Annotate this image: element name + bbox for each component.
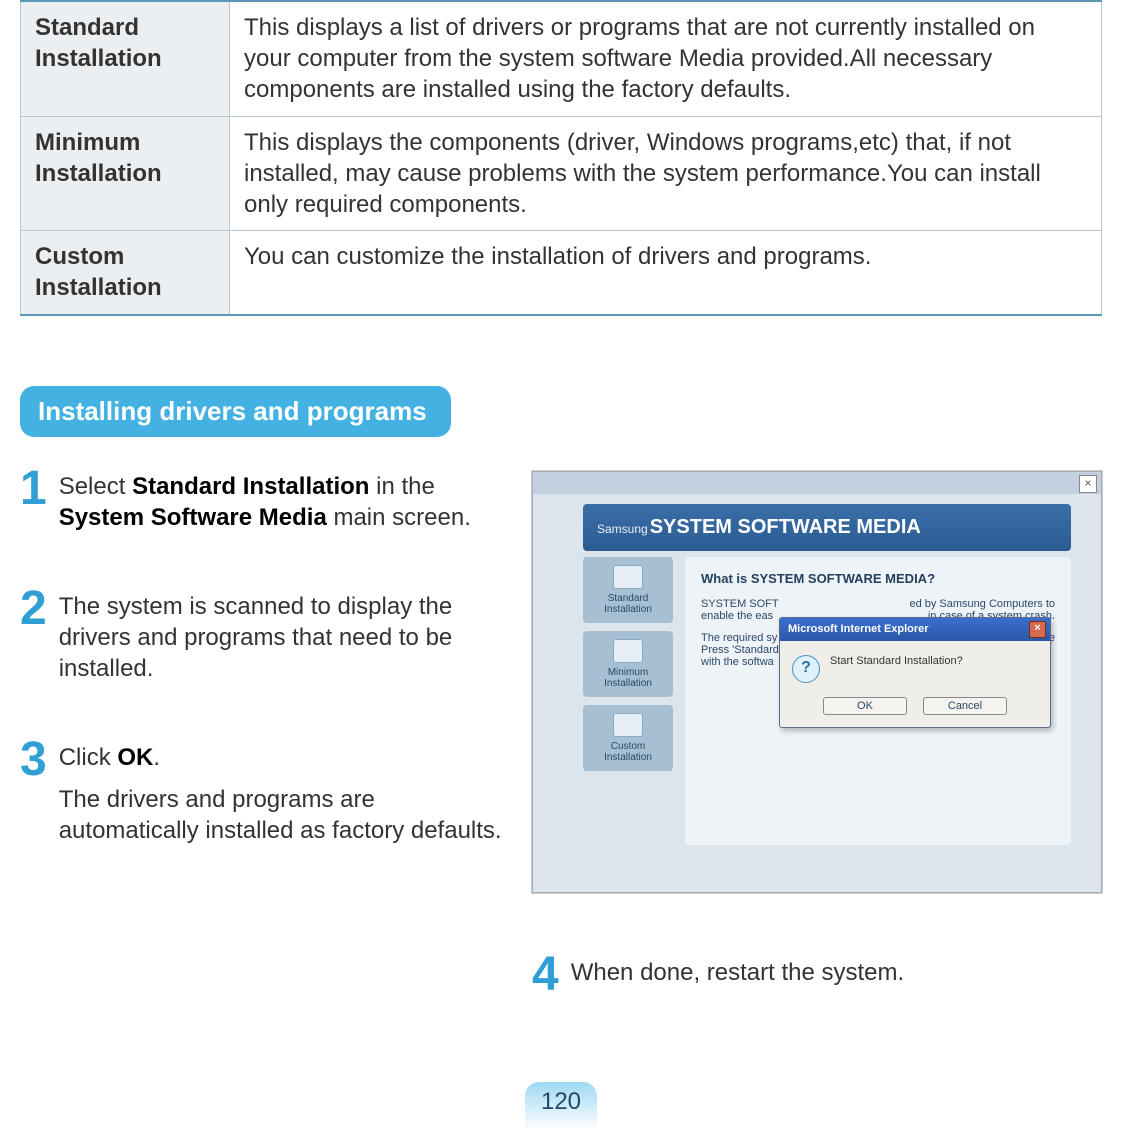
content-panel: What is SYSTEM SOFTWARE MEDIA? SYSTEM SO… [685, 557, 1071, 845]
sidebar-item-label: Standard Installation [604, 593, 652, 615]
text: . [153, 744, 160, 771]
text: in the [369, 473, 434, 500]
text: main screen. [327, 504, 471, 531]
bold-text: OK [117, 744, 153, 771]
close-icon[interactable]: × [1029, 621, 1046, 638]
dialog-message: Start Standard Installation? [830, 655, 963, 667]
cancel-button[interactable]: Cancel [923, 697, 1007, 715]
step-number: 2 [20, 587, 47, 685]
page-number: 120 [525, 1082, 597, 1130]
dialog-title: Microsoft Internet Explorer [788, 623, 929, 635]
table-row: Standard Installation This displays a li… [21, 1, 1102, 116]
text: ed by Samsung Computers to [909, 598, 1055, 610]
row-label: Custom Installation [21, 231, 230, 315]
row-label: Standard Installation [21, 1, 230, 116]
step-4: 4 When done, restart the system. [532, 953, 1102, 996]
step-3: 3 Click OK. The drivers and programs are… [20, 738, 502, 846]
step-2: 2 The system is scanned to display the d… [20, 587, 502, 685]
sidebar-item-standard[interactable]: Standard Installation [583, 557, 673, 623]
brand-text: Samsung [597, 522, 648, 536]
ok-button[interactable]: OK [823, 697, 907, 715]
question-icon: ? [792, 655, 820, 683]
sidebar-item-custom[interactable]: Custom Installation [583, 705, 673, 771]
list-icon [613, 565, 643, 589]
text: enable the eas [701, 610, 773, 622]
text: SYSTEM SOFT [701, 598, 779, 610]
window-titlebar: × [533, 472, 1101, 494]
text: The drivers and programs are automatical… [59, 786, 502, 844]
step-number: 1 [20, 467, 47, 533]
step-number: 4 [532, 953, 559, 996]
list-icon [613, 713, 643, 737]
bold-text: Standard Installation [132, 473, 369, 500]
app-banner: SamsungSYSTEM SOFTWARE MEDIA [583, 504, 1071, 551]
step-1: 1 Select Standard Installation in the Sy… [20, 467, 502, 533]
list-icon [613, 639, 643, 663]
row-label: Minimum Installation [21, 116, 230, 231]
app-title: SYSTEM SOFTWARE MEDIA [650, 516, 921, 538]
sidebar-item-label: Custom Installation [604, 741, 652, 763]
step-text: Click OK. The drivers and programs are a… [59, 738, 502, 846]
sidebar-item-minimum[interactable]: Minimum Installation [583, 631, 673, 697]
installation-types-table: Standard Installation This displays a li… [20, 0, 1102, 316]
step-number: 3 [20, 738, 47, 846]
step-text: When done, restart the system. [571, 953, 904, 996]
table-row: Minimum Installation This displays the c… [21, 116, 1102, 231]
step-text: Select Standard Installation in the Syst… [59, 467, 502, 533]
text: Click [59, 744, 118, 771]
embedded-screenshot: × SamsungSYSTEM SOFTWARE MEDIA Standard … [532, 471, 1102, 893]
table-row: Custom Installation You can customize th… [21, 231, 1102, 315]
close-icon[interactable]: × [1079, 475, 1097, 493]
confirm-dialog: Microsoft Internet Explorer × ? Start St… [779, 617, 1051, 728]
sidebar: Standard Installation Minimum Installati… [583, 557, 673, 845]
content-heading: What is SYSTEM SOFTWARE MEDIA? [701, 571, 1055, 586]
sidebar-item-label: Minimum Installation [604, 667, 652, 689]
text: The required sy [701, 632, 777, 644]
dialog-titlebar: Microsoft Internet Explorer × [780, 618, 1050, 641]
row-desc: This displays a list of drivers or progr… [230, 1, 1102, 116]
section-heading: Installing drivers and programs [20, 386, 451, 437]
row-desc: This displays the components (driver, Wi… [230, 116, 1102, 231]
text: Select [59, 473, 132, 500]
row-desc: You can customize the installation of dr… [230, 231, 1102, 315]
bold-text: System Software Media [59, 504, 327, 531]
step-text: The system is scanned to display the dri… [59, 587, 502, 685]
